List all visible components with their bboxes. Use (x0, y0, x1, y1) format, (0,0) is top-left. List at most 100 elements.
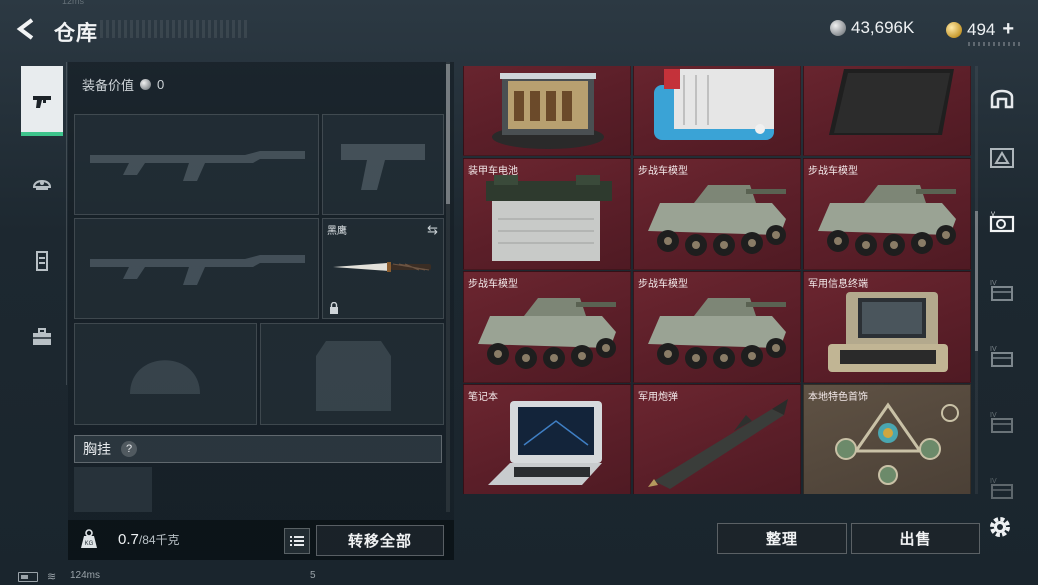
gold-coin-icon (946, 21, 962, 38)
grid-item-10[interactable]: 军用炮弹 (633, 384, 801, 494)
knife-icon (333, 262, 431, 272)
silver-coin-icon (140, 79, 152, 90)
tab-camera[interactable]: V (980, 196, 1024, 252)
svg-text:KG: KG (85, 541, 94, 547)
list-icon (290, 536, 304, 546)
battery-icon (18, 572, 38, 582)
sell-button[interactable]: 出售 (851, 523, 980, 554)
equipment-scrollbar[interactable] (446, 62, 450, 512)
page-title: 仓库 (54, 22, 98, 45)
grid-item-5[interactable]: 步战车模型 (803, 158, 971, 270)
armor-plate-icon (829, 69, 954, 135)
lock-icon (330, 302, 338, 314)
camera-tab-icon: V (989, 212, 1015, 233)
transfer-all-button[interactable]: 转移全部 (316, 525, 444, 556)
armor-silhouette-icon (316, 341, 391, 411)
tab-case-iv-1[interactable]: IV (980, 262, 1024, 318)
tab-medical[interactable] (21, 302, 63, 372)
wifi-icon: ≋ (47, 571, 57, 583)
help-icon[interactable]: ? (121, 441, 137, 457)
melee-name: 黑鹰 (327, 226, 347, 237)
grid-item-1[interactable] (633, 66, 801, 156)
rifle-silhouette-icon (90, 255, 305, 285)
map-icon (990, 148, 1014, 168)
weight-readout: 0.7/84千克 (118, 531, 180, 548)
gold-amount: 494 (967, 19, 996, 39)
grid-item-7[interactable]: 步战车模型 (633, 271, 801, 383)
equipment-value: 装备价值 0 (82, 75, 164, 94)
status-bar-top: 12ms (0, 0, 1038, 6)
equipment-value-amount: 0 (157, 77, 165, 92)
laptop-icon (488, 401, 602, 485)
weight-max: /84千克 (138, 533, 180, 547)
equipment-value-label: 装备价值 (82, 78, 135, 93)
title-decoration (100, 20, 248, 38)
case-tab-iv-2-icon: IV (990, 346, 1013, 367)
grid-item-8[interactable]: 军用信息终端 (803, 271, 971, 383)
grid-item-0[interactable] (463, 66, 631, 156)
grid-item-6[interactable]: 步战车模型 (463, 271, 631, 383)
tab-helmet-front[interactable] (980, 70, 1024, 126)
rifle-silhouette-icon (90, 151, 305, 181)
grid-scrollbar[interactable] (975, 66, 978, 494)
medkit-icon (33, 328, 51, 345)
sort-button[interactable]: 整理 (717, 523, 847, 554)
chest-rig-slot[interactable] (74, 467, 152, 512)
svg-text:IV: IV (990, 280, 997, 287)
tab-case-iv-3[interactable]: IV (980, 394, 1024, 450)
capacity-bar: KG 0.7/84千克 转移全部 (68, 520, 454, 560)
tab-map[interactable] (980, 130, 1024, 186)
grid-item-3[interactable]: 装甲车电池 (463, 158, 631, 270)
ifv-model-icon (818, 185, 956, 256)
svg-text:V: V (991, 212, 995, 218)
grid-item-4[interactable]: 步战车模型 (633, 158, 801, 270)
tab-case-iv-4[interactable]: IV (980, 460, 1024, 516)
weight-icon: KG (81, 529, 97, 548)
reactor-icon (492, 73, 604, 149)
grid-item-9[interactable]: 笔记本 (463, 384, 631, 494)
ifv-model-icon (648, 298, 786, 369)
tab-helmet[interactable] (21, 148, 63, 218)
settings-gear-icon[interactable] (987, 514, 1013, 540)
ping-readout: 12ms (62, 0, 85, 6)
primary-weapon-slot[interactable] (74, 114, 319, 215)
grid-item-11[interactable]: 本地特色首饰 (803, 384, 971, 494)
back-arrow-icon[interactable] (16, 18, 38, 40)
status-bar-bottom: ≋ 124ms 5 (0, 568, 1038, 585)
category-tabs (18, 62, 67, 385)
primary-weapon-slot-2[interactable] (74, 218, 319, 319)
status-number: 5 (310, 570, 316, 581)
helmet-slot[interactable] (74, 323, 257, 425)
chest-rig-header[interactable]: 胸挂 ? (74, 435, 442, 463)
case-tab-iv-4-icon: IV (990, 478, 1013, 499)
helmet-silhouette-icon (130, 360, 200, 394)
military-terminal-icon (828, 292, 948, 372)
svg-text:IV: IV (990, 346, 997, 353)
helmet-front-icon (990, 89, 1014, 109)
grid-item-2[interactable] (803, 66, 971, 156)
swap-icon[interactable]: ⇆ (427, 222, 438, 238)
artillery-shell-icon (648, 399, 788, 489)
silver-currency: 43,696K (830, 18, 914, 38)
add-gold-button[interactable]: + (1002, 18, 1014, 41)
ping-readout: 124ms (70, 570, 101, 581)
list-view-button[interactable] (284, 528, 310, 554)
gold-currency[interactable]: 494 + (946, 18, 1014, 41)
jewelry-icon (835, 402, 959, 485)
svg-text:IV: IV (990, 478, 997, 485)
tab-vest[interactable] (21, 226, 63, 296)
svg-text:IV: IV (990, 412, 997, 419)
storage-tabs: V IV IV IV IV (980, 66, 1024, 506)
header-decoration (968, 42, 1023, 46)
tab-weapons[interactable] (21, 66, 63, 136)
battery-icon (486, 175, 612, 261)
ifv-model-icon (648, 185, 786, 256)
case-tab-iv-1-icon: IV (990, 280, 1013, 301)
helmet-icon (32, 180, 52, 190)
tab-case-iv-2[interactable]: IV (980, 328, 1024, 384)
ifv-model-icon (478, 298, 616, 369)
armor-slot[interactable] (260, 323, 444, 425)
pistol-silhouette-icon (341, 144, 425, 190)
melee-slot[interactable]: 黑鹰 ⇆ (322, 218, 444, 319)
secondary-weapon-slot[interactable] (322, 114, 444, 215)
